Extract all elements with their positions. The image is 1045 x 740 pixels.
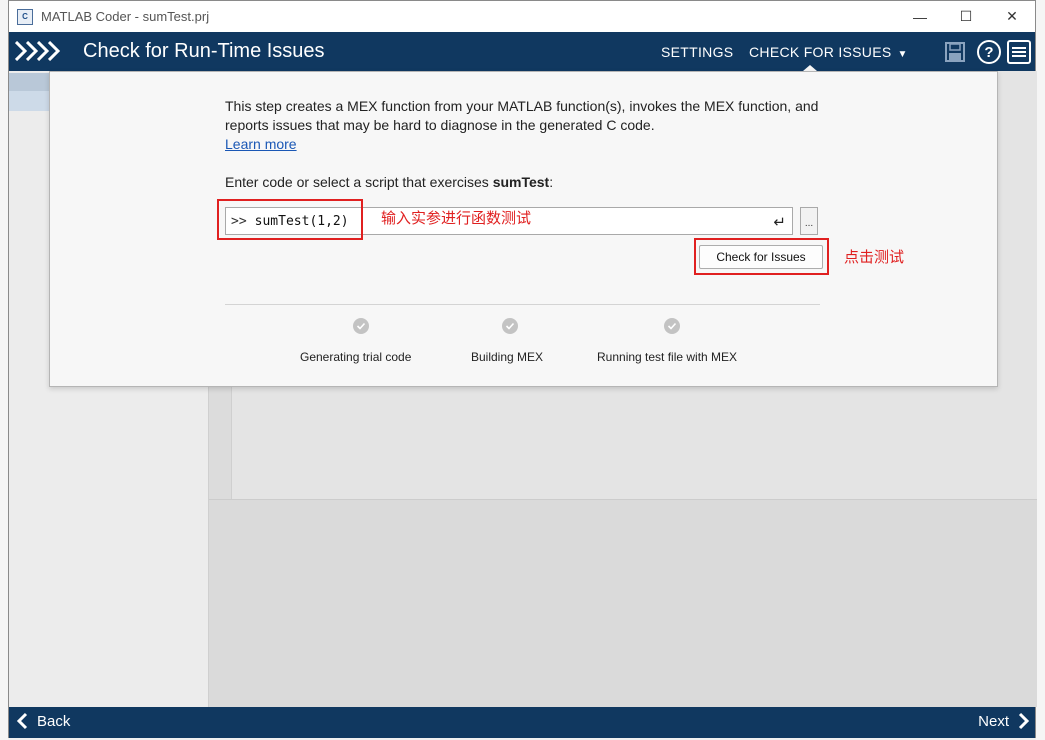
next-button[interactable]: Next [978, 712, 1031, 730]
screen: C MATLAB Coder - sumTest.prj — ☐ ✕ Check… [0, 0, 1045, 740]
check-for-issues-label: CHECK FOR ISSUES [749, 44, 892, 60]
matlab-coder-window: C MATLAB Coder - sumTest.prj — ☐ ✕ Check… [8, 0, 1037, 738]
coder-logo-icon [15, 41, 61, 61]
caret-down-icon: ▼ [897, 49, 908, 60]
learn-more-link[interactable]: Learn more [225, 136, 297, 152]
window-title: MATLAB Coder - sumTest.prj [41, 9, 210, 24]
step-pending-check-icon [664, 318, 680, 334]
prompt-colon: : [549, 174, 554, 190]
desktop-right-strip [1036, 0, 1045, 740]
next-label: Next [978, 712, 1009, 730]
page-title: Check for Run-Time Issues [83, 40, 325, 62]
back-button[interactable]: Back [15, 712, 70, 730]
save-icon[interactable] [943, 40, 967, 64]
window-titlebar: C MATLAB Coder - sumTest.prj — ☐ ✕ [9, 1, 1035, 32]
window-controls: — ☐ ✕ [897, 1, 1035, 32]
chevron-right-icon [1018, 712, 1030, 730]
input-highlight-box [217, 199, 363, 240]
check-for-issues-menu[interactable]: CHECK FOR ISSUES ▼ [749, 44, 908, 60]
step-description: This step creates a MEX function from yo… [225, 98, 819, 133]
prompt-function-name: sumTest [492, 174, 550, 190]
hamburger-menu-icon[interactable] [1007, 40, 1031, 64]
matlab-coder-app-icon: C [17, 8, 33, 25]
check-for-issues-panel: This step creates a MEX function from yo… [49, 71, 998, 387]
step-pending-check-icon [502, 318, 518, 334]
output-area [209, 499, 1037, 707]
back-label: Back [37, 712, 71, 730]
minimize-button[interactable]: — [897, 1, 943, 32]
input-annotation: 输入实参进行函数测试 [381, 209, 532, 227]
button-highlight-box [694, 238, 829, 275]
browse-script-button[interactable]: ... [800, 207, 818, 235]
enter-icon[interactable]: ↵ [773, 213, 786, 231]
settings-link[interactable]: SETTINGS [661, 44, 733, 60]
step-label-building: Building MEX [471, 350, 544, 364]
progress-divider [225, 304, 820, 305]
tree-header [9, 73, 49, 91]
app-header: Check for Run-Time Issues SETTINGS CHECK… [9, 32, 1035, 71]
step-label-running: Running test file with MEX [597, 350, 738, 364]
step-pending-check-icon [353, 318, 369, 334]
maximize-button[interactable]: ☐ [943, 1, 989, 32]
step-label-generating: Generating trial code [300, 350, 412, 364]
tree-selected-row [9, 91, 49, 111]
footer-nav: Back Next [9, 707, 1035, 738]
button-annotation: 点击测试 [844, 248, 905, 266]
chevron-left-icon [16, 712, 28, 730]
test-code-prompt: Enter code or select a script that exerc… [225, 174, 553, 190]
close-button[interactable]: ✕ [989, 1, 1035, 32]
help-icon[interactable]: ? [977, 40, 1001, 64]
prompt-text: Enter code or select a script that exerc… [225, 174, 493, 190]
desktop-left-strip [0, 0, 8, 740]
